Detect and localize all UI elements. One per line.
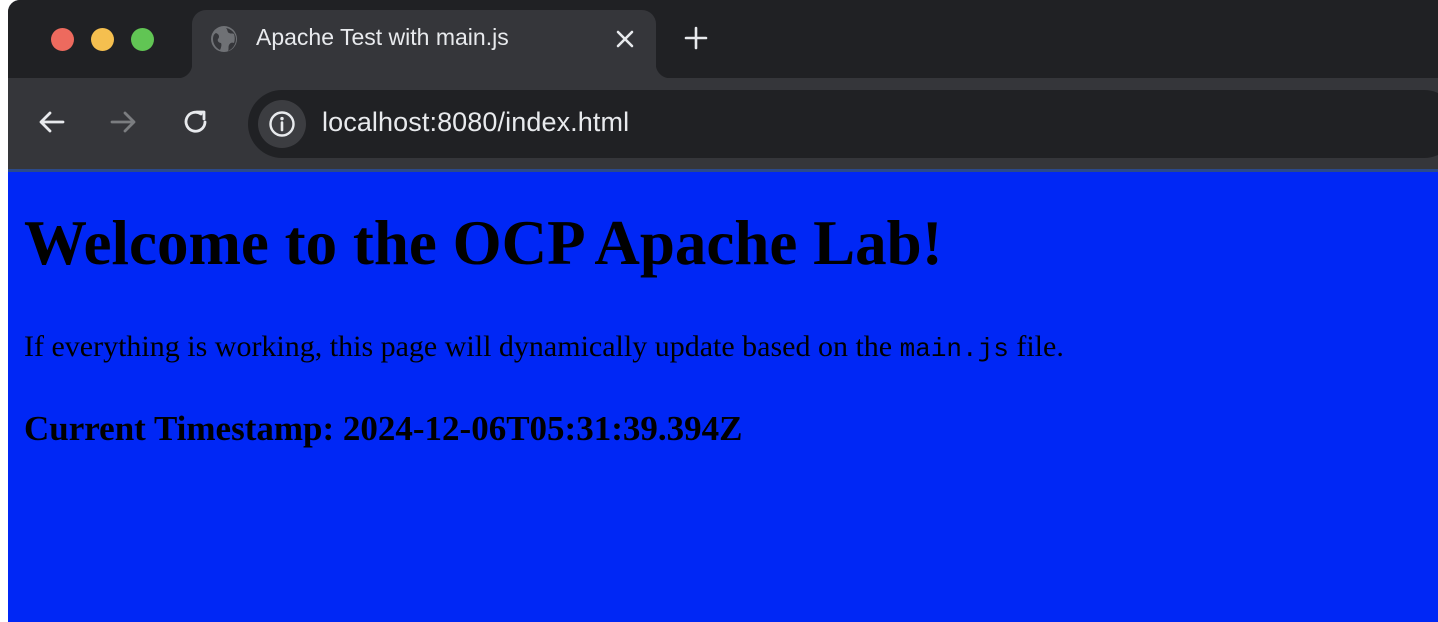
intro-code: main.js: [899, 334, 1009, 364]
arrow-left-icon: [39, 111, 65, 133]
close-icon[interactable]: [612, 26, 638, 52]
timestamp-line: Current Timestamp: 2024-12-06T05:31:39.3…: [24, 411, 742, 446]
window-close-button[interactable]: [51, 28, 74, 51]
arrow-right-icon: [110, 111, 136, 133]
window-minimize-button[interactable]: [91, 28, 114, 51]
page-heading: Welcome to the OCP Apache Lab!: [24, 208, 943, 278]
timestamp-label: Current Timestamp:: [24, 409, 343, 448]
tab-active[interactable]: Apache Test with main.js: [178, 10, 670, 78]
page-viewport: Welcome to the OCP Apache Lab! If everyt…: [8, 172, 1438, 622]
url-text[interactable]: localhost:8080/index.html: [322, 107, 629, 138]
forward-button[interactable]: [107, 106, 139, 138]
intro-text-before: If everything is working, this page will…: [24, 330, 900, 363]
address-bar[interactable]: localhost:8080/index.html: [248, 90, 1438, 158]
plus-icon: [684, 26, 708, 50]
intro-paragraph: If everything is working, this page will…: [24, 330, 1064, 364]
reload-icon: [184, 110, 207, 133]
timestamp-value: 2024-12-06T05:31:39.394Z: [342, 409, 743, 448]
browser-window: Apache Test with main.js localhost:8080/…: [8, 0, 1438, 622]
back-button[interactable]: [36, 106, 68, 138]
globe-icon: [210, 25, 238, 53]
browser-toolbar: localhost:8080/index.html: [8, 78, 1438, 170]
tab-title: Apache Test with main.js: [256, 24, 509, 50]
window-maximize-button[interactable]: [131, 28, 154, 51]
intro-text-after: file.: [1008, 330, 1064, 363]
desktop-edge: [0, 0, 8, 622]
background-window-fragment: [0, 140, 4, 156]
info-icon[interactable]: [258, 100, 306, 148]
reload-button[interactable]: [180, 106, 212, 138]
new-tab-button[interactable]: [680, 22, 712, 54]
tab-strip: Apache Test with main.js: [8, 0, 1438, 78]
